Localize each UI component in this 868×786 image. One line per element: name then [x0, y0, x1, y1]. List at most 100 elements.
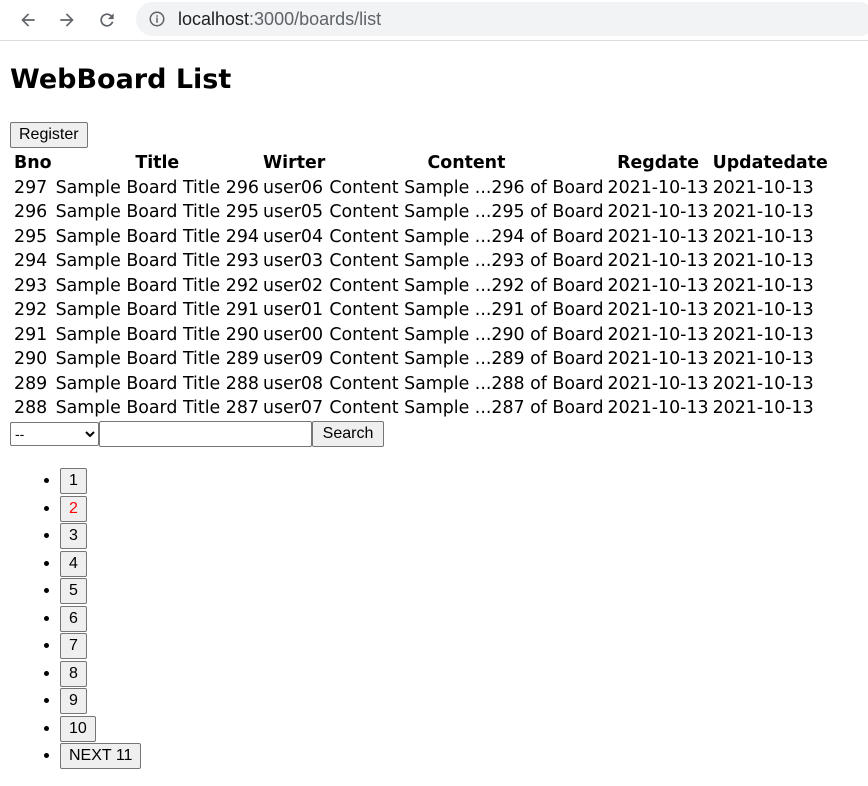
search-button[interactable]: Search — [312, 421, 384, 447]
cell-bno: 294 — [14, 251, 48, 271]
table-row: 289 Sample Board Title 288 user08 Content S… — [12, 372, 830, 397]
board-table: Bno Title Wirter Content Regdate Updated… — [12, 151, 830, 421]
cell-content: Content Sample ...291 of Board — [329, 300, 604, 320]
page-item: 8 — [60, 660, 141, 689]
page-item: 5 — [60, 578, 141, 606]
cell-regdate: 2021-10-13 — [607, 177, 709, 198]
cell-content: Content Sample ...289 of Board — [329, 349, 604, 369]
cell-bno: 297 — [14, 177, 48, 198]
cell-title[interactable]: Sample Board Title 295 — [54, 200, 261, 225]
cell-writer: user05 — [262, 202, 324, 222]
cell-updatedate: 2021-10-13 — [712, 202, 814, 222]
cell-regdate: 2021-10-13 — [607, 226, 709, 247]
cell-writer: user07 — [262, 398, 324, 418]
page-item: 1 — [60, 468, 141, 496]
page-item: 4 — [60, 550, 141, 579]
cell-regdate: 2021-10-13 — [607, 275, 709, 296]
url-host: localhost — [178, 9, 250, 29]
page-button-4[interactable]: 4 — [60, 550, 87, 577]
cell-updatedate: 2021-10-13 — [712, 226, 814, 247]
page-button-10[interactable]: 10 — [60, 715, 96, 742]
cell-bno: 292 — [14, 300, 48, 320]
page-item: NEXT 11 — [60, 743, 142, 771]
search-type-select[interactable]: -- — [10, 422, 99, 446]
page-item: 7 — [60, 633, 141, 661]
cell-content: Content Sample ...295 of Board — [329, 202, 604, 222]
cell-title[interactable]: Sample Board Title 288 — [54, 372, 261, 397]
page-button-6[interactable]: 6 — [60, 605, 87, 632]
column-header-regdate: Regdate — [617, 153, 700, 173]
cell-regdate: 2021-10-13 — [607, 398, 709, 418]
arrow-left-icon[interactable] — [14, 6, 42, 34]
table-header-row: Bno Title Wirter Content Regdate Updated… — [12, 151, 830, 176]
browser-toolbar: localhost:3000/boards/list — [0, 0, 868, 41]
info-icon[interactable] — [148, 10, 166, 28]
cell-writer: user02 — [262, 275, 324, 296]
table-row: 296 Sample Board Title 295 user05 Content S… — [12, 200, 830, 225]
cell-content: Content Sample ...288 of Board — [329, 373, 604, 394]
table-row: 288 Sample Board Title 287 user07 Content S… — [12, 396, 830, 421]
cell-updatedate: 2021-10-13 — [712, 349, 814, 369]
column-header-writer: Wirter — [262, 153, 326, 173]
url-text: localhost:3000/boards/list — [178, 9, 381, 30]
table-row: 290 Sample Board Title 289 user09 Content S… — [12, 347, 830, 372]
search-keyword-input[interactable] — [99, 421, 312, 447]
cell-regdate: 2021-10-13 — [607, 300, 709, 320]
cell-writer: user06 — [262, 177, 324, 198]
column-header-title: Title — [135, 153, 180, 173]
cell-writer: user01 — [262, 300, 324, 320]
cell-title[interactable]: Sample Board Title 296 — [54, 176, 261, 201]
cell-writer: user09 — [262, 349, 324, 369]
cell-bno: 293 — [14, 275, 48, 296]
cell-updatedate: 2021-10-13 — [712, 251, 814, 271]
cell-bno: 291 — [14, 324, 48, 345]
cell-title[interactable]: Sample Board Title 287 — [54, 396, 261, 421]
pagination: 12345678910NEXT 11 — [10, 468, 142, 771]
page-button-9[interactable]: 9 — [60, 688, 87, 714]
cell-bno: 290 — [14, 349, 48, 369]
cell-title[interactable]: Sample Board Title 294 — [54, 225, 261, 250]
cell-bno: 295 — [14, 226, 48, 247]
address-bar[interactable]: localhost:3000/boards/list — [136, 2, 868, 36]
arrow-right-icon[interactable] — [53, 6, 81, 34]
cell-title[interactable]: Sample Board Title 293 — [54, 249, 261, 274]
reload-icon[interactable] — [93, 6, 121, 34]
cell-writer: user03 — [262, 251, 324, 271]
column-header-updatedate: Updatedate — [712, 153, 828, 173]
table-row: 297 Sample Board Title 296 user06 Content S… — [12, 176, 830, 201]
cell-updatedate: 2021-10-13 — [712, 398, 814, 418]
cell-title[interactable]: Sample Board Title 292 — [54, 274, 261, 299]
cell-bno: 296 — [14, 202, 48, 222]
table-row: 295 Sample Board Title 294 user04 Content S… — [12, 225, 830, 250]
page-item: 10 — [60, 715, 141, 744]
column-header-bno: Bno — [14, 153, 52, 173]
cell-updatedate: 2021-10-13 — [712, 177, 814, 198]
column-header-content: Content — [427, 153, 506, 173]
cell-title[interactable]: Sample Board Title 290 — [54, 323, 261, 348]
page-item: 9 — [60, 688, 141, 716]
page-button-2[interactable]: 2 — [60, 495, 87, 522]
cell-updatedate: 2021-10-13 — [712, 300, 814, 320]
next-page-button[interactable]: NEXT 11 — [60, 743, 142, 769]
cell-content: Content Sample ...296 of Board — [329, 177, 604, 198]
cell-title[interactable]: Sample Board Title 289 — [54, 347, 261, 372]
page-item: 6 — [60, 605, 141, 634]
cell-writer: user08 — [262, 373, 324, 394]
cell-bno: 288 — [14, 398, 48, 418]
page-button-3[interactable]: 3 — [60, 523, 87, 549]
cell-content: Content Sample ...290 of Board — [329, 324, 604, 345]
cell-content: Content Sample ...293 of Board — [329, 251, 604, 271]
page-title: WebBoard List — [10, 64, 232, 95]
page-button-5[interactable]: 5 — [60, 578, 87, 604]
page-button-8[interactable]: 8 — [60, 660, 87, 687]
cell-title[interactable]: Sample Board Title 291 — [54, 298, 261, 323]
page-button-1[interactable]: 1 — [60, 468, 87, 494]
cell-updatedate: 2021-10-13 — [712, 324, 814, 345]
cell-regdate: 2021-10-13 — [607, 373, 709, 394]
register-button[interactable]: Register — [10, 122, 88, 148]
table-row: 294 Sample Board Title 293 user03 Content S… — [12, 249, 830, 274]
cell-regdate: 2021-10-13 — [607, 251, 709, 271]
page-button-7[interactable]: 7 — [60, 633, 87, 659]
cell-updatedate: 2021-10-13 — [712, 275, 814, 296]
cell-writer: user04 — [262, 226, 324, 247]
